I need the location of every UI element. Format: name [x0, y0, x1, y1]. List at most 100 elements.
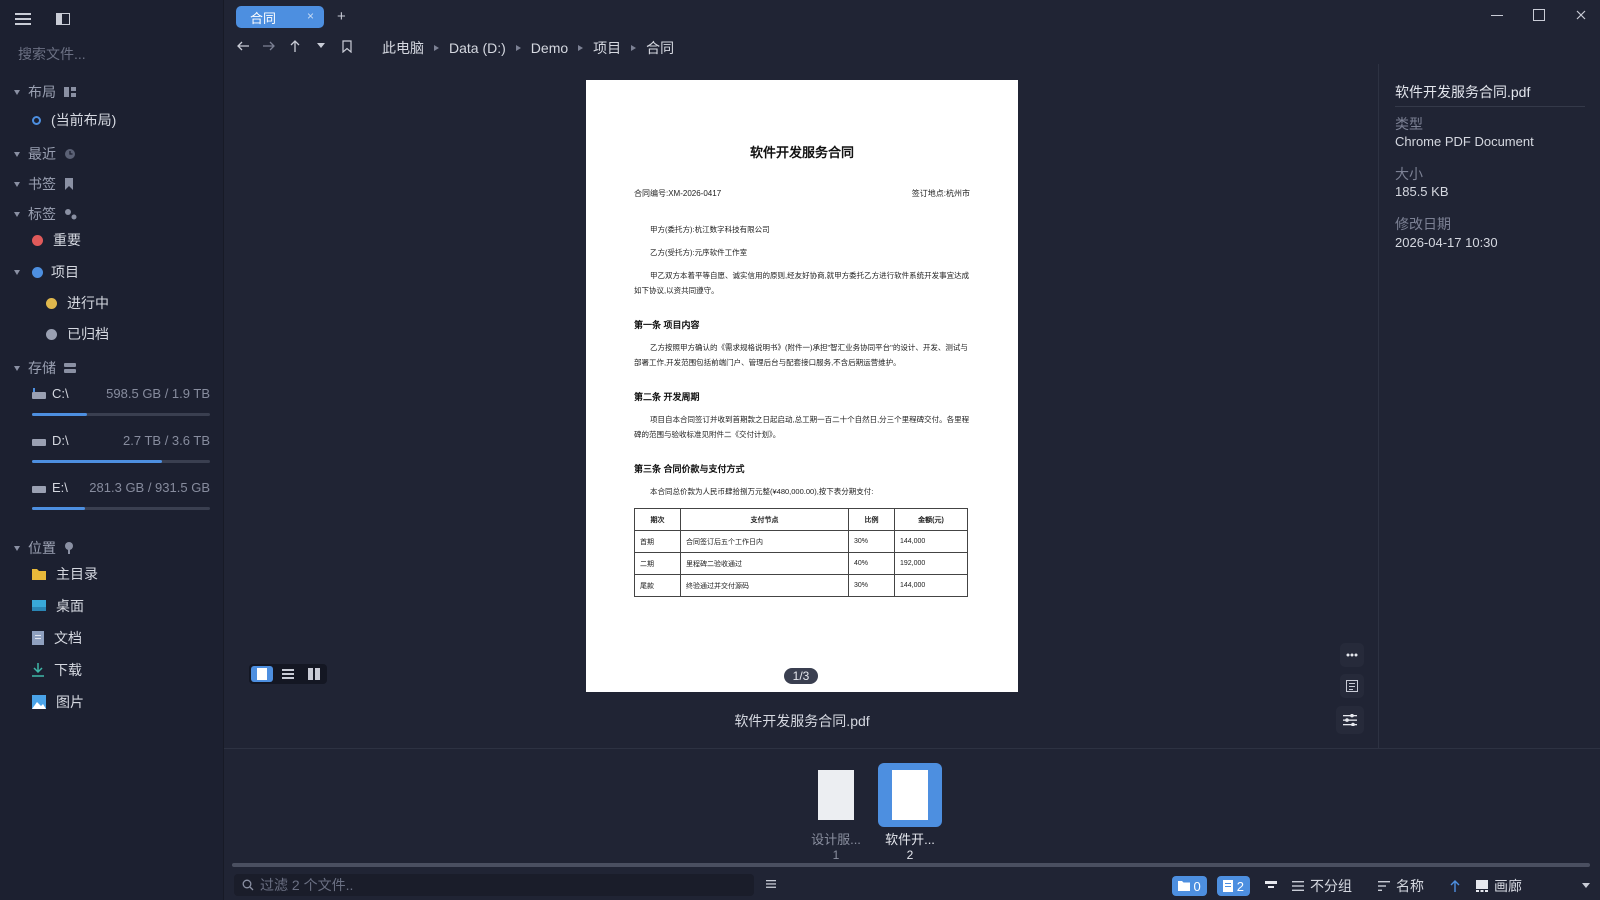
location-item-documents[interactable]: 文档	[32, 628, 82, 648]
location-label: 图片	[56, 694, 84, 710]
location-label: 主目录	[56, 566, 98, 582]
location-label: 桌面	[56, 598, 84, 614]
breadcrumb-item-demo[interactable]: Demo	[531, 40, 568, 56]
tab-contract[interactable]: 合同 ×	[236, 6, 324, 28]
section-storage[interactable]: 存储	[14, 358, 76, 378]
table-row: 二期 里程碑二验收通过 40% 192,000	[634, 552, 968, 575]
layout-current-label: (当前布局)	[51, 112, 117, 128]
breadcrumb-item-drive[interactable]: Data (D:)	[449, 40, 506, 56]
pdf-preview-page[interactable]: 软件开发服务合同 合同编号:XM-2026-0417 签订地点:杭州市 甲方(委…	[586, 80, 1018, 692]
preview-filename: 软件开发服务合同.pdf	[734, 713, 870, 729]
location-item-downloads[interactable]: 下载	[32, 660, 82, 680]
radio-selected-icon	[32, 115, 41, 125]
breadcrumb-separator-icon	[631, 45, 637, 51]
close-window-icon[interactable]	[1572, 6, 1590, 24]
gallery-icon	[1476, 880, 1488, 892]
bookmark-add-icon[interactable]	[338, 37, 356, 55]
thumbnail-preview	[818, 770, 854, 820]
drive-capacity: 598.5 GB / 1.9 TB	[106, 386, 210, 401]
section-tags-label: 标签	[28, 206, 56, 222]
section-recent[interactable]: 最近	[14, 144, 76, 164]
filter-options-icon[interactable]	[766, 880, 776, 888]
table-header: 比例	[848, 508, 895, 531]
table-cell: 30%	[848, 574, 895, 597]
thumbnail-item-1[interactable]: 设计服... 1	[804, 763, 868, 862]
pin-icon	[65, 542, 73, 554]
collapse-triangle-icon[interactable]	[14, 269, 20, 275]
drive-name: E:\	[52, 480, 68, 495]
table-row: 尾款 终验通过并交付源码 30% 144,000	[634, 574, 968, 597]
sidebar: 搜索文件... 布局 (当前布局) 最近 书签 标签 重要 项目 进行中 已归档…	[0, 0, 224, 900]
adjust-settings-icon[interactable]	[1336, 706, 1364, 734]
tag-item-archived[interactable]: 已归档	[46, 324, 109, 344]
thumbnail-number: 2	[906, 848, 914, 862]
section-3-body: 本合同总价款为人民币肆拾捌万元整(¥480,000.00),按下表分期支付:	[650, 487, 874, 496]
breadcrumb-item-contract[interactable]: 合同	[646, 38, 674, 58]
collapse-triangle-icon[interactable]	[14, 151, 20, 157]
filter-input[interactable]: 过滤 2 个文件..	[234, 874, 754, 896]
menu-icon[interactable]	[12, 8, 34, 30]
group-icon	[1292, 881, 1304, 891]
section-bookmarks[interactable]: 书签	[14, 174, 74, 194]
drive-item-d[interactable]: D:\ 2.7 TB / 3.6 TB	[32, 433, 210, 477]
up-arrow-icon[interactable]	[286, 37, 304, 55]
info-filename: 软件开发服务合同.pdf	[1395, 84, 1531, 100]
sort-by-dropdown[interactable]: 名称	[1378, 876, 1424, 896]
minimize-icon[interactable]	[1488, 6, 1506, 24]
drive-item-c[interactable]: C:\ 598.5 GB / 1.9 TB	[32, 386, 210, 430]
drive-usage-fill	[32, 460, 162, 463]
tag-color-icon	[46, 328, 57, 340]
collapse-triangle-icon[interactable]	[14, 211, 20, 217]
tag-item-in-progress[interactable]: 进行中	[46, 293, 109, 313]
group-by-dropdown[interactable]: 不分组	[1292, 876, 1352, 896]
collapse-triangle-icon[interactable]	[14, 545, 20, 551]
location-item-home[interactable]: 主目录	[32, 564, 98, 584]
tab-close-icon[interactable]: ×	[307, 9, 314, 23]
collapse-triangle-icon[interactable]	[14, 181, 20, 187]
sort-direction-icon[interactable]	[1444, 875, 1466, 897]
table-header: 支付节点	[680, 508, 849, 531]
horizontal-scrollbar[interactable]	[232, 863, 1590, 867]
location-item-pictures[interactable]: 图片	[32, 692, 84, 712]
thumbnail-item-2[interactable]: 软件开... 2	[878, 763, 942, 862]
tag-item-important[interactable]: 重要	[32, 230, 81, 250]
history-dropdown-icon[interactable]	[312, 37, 330, 55]
maximize-icon[interactable]	[1530, 6, 1548, 24]
forward-arrow-icon[interactable]	[260, 37, 278, 55]
toggle-sidebar-icon[interactable]	[52, 8, 74, 30]
table-cell: 首期	[634, 530, 681, 553]
back-arrow-icon[interactable]	[234, 37, 252, 55]
breadcrumb: 此电脑 Data (D:) Demo 项目 合同	[382, 38, 674, 58]
breadcrumb-item-pc[interactable]: 此电脑	[382, 38, 424, 58]
collapse-triangle-icon[interactable]	[14, 365, 20, 371]
tag-item-project[interactable]: 项目	[14, 262, 79, 282]
view-mode-toggle	[249, 664, 327, 684]
files-count-badge[interactable]: 2	[1216, 876, 1250, 896]
intro-paragraph: 甲乙双方本着平等自愿、诚实信用的原则,经友好协商,就甲方委托乙方进行软件系统开发…	[634, 271, 970, 295]
section-locations[interactable]: 位置	[14, 538, 74, 558]
location-item-desktop[interactable]: 桌面	[32, 596, 84, 616]
more-options-icon[interactable]	[1340, 643, 1364, 667]
thumbnail-box	[804, 763, 868, 827]
drive-name: C:\	[52, 386, 69, 401]
breadcrumb-separator-icon	[434, 45, 439, 51]
section-tags[interactable]: 标签	[14, 204, 78, 224]
search-files-input[interactable]: 搜索文件...	[18, 44, 208, 66]
folders-count-badge[interactable]: 0	[1171, 876, 1207, 896]
document-info-icon[interactable]	[1340, 674, 1364, 698]
clock-icon	[65, 149, 75, 159]
new-tab-button[interactable]: +	[337, 8, 346, 25]
filter-toggle-icon[interactable]	[1260, 875, 1282, 897]
layout-current-item[interactable]: (当前布局)	[32, 110, 116, 130]
view-style-label: 画廊	[1494, 878, 1522, 894]
drive-item-e[interactable]: E:\ 281.3 GB / 931.5 GB	[32, 480, 210, 524]
list-view-icon[interactable]	[277, 666, 299, 682]
two-page-view-icon[interactable]	[303, 666, 325, 682]
collapse-triangle-icon[interactable]	[14, 89, 20, 95]
thumbnail-preview	[892, 770, 928, 820]
storage-icon	[64, 363, 76, 373]
section-layout[interactable]: 布局	[14, 82, 76, 102]
breadcrumb-item-project[interactable]: 项目	[593, 38, 621, 58]
view-style-dropdown[interactable]: 画廊	[1476, 876, 1590, 896]
single-page-view-icon[interactable]	[251, 666, 273, 682]
